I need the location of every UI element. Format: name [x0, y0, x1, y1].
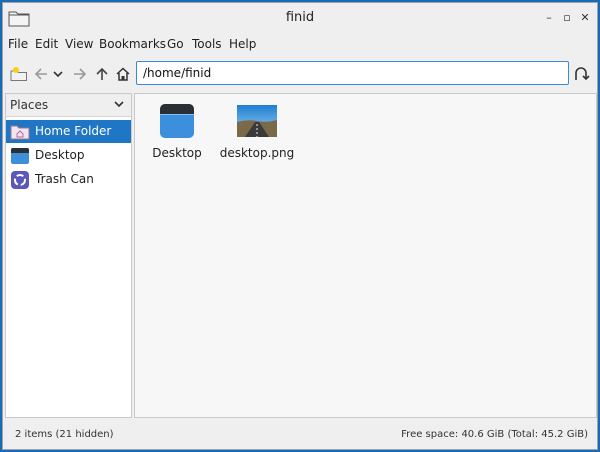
desktop-icon: [11, 148, 29, 164]
free-space-status: Free space: 40.6 GiB (Total: 45.2 GiB): [401, 429, 588, 440]
menu-go[interactable]: Go: [167, 37, 184, 51]
path-input[interactable]: [136, 61, 569, 85]
file-manager-window: finid – ▫ ✕ File Edit View Bookmarks Go …: [2, 2, 598, 450]
status-bar: 2 items (21 hidden) Free space: 40.6 GiB…: [3, 421, 597, 449]
menu-file[interactable]: File: [8, 37, 28, 51]
toolbar: [3, 59, 597, 89]
image-thumbnail: [237, 105, 277, 137]
minimize-button[interactable]: –: [540, 9, 558, 27]
new-folder-icon: [10, 67, 27, 81]
file-view[interactable]: Desktop desktop.png: [134, 93, 597, 418]
menu-bookmarks[interactable]: Bookmarks: [99, 37, 166, 51]
window-title: finid: [285, 10, 315, 25]
maximize-button[interactable]: ▫: [558, 9, 576, 27]
menu-view[interactable]: View: [65, 37, 93, 51]
sidebar-item-trash-can[interactable]: Trash Can: [6, 168, 131, 191]
home-folder-icon: [10, 125, 30, 140]
item-count-status: 2 items (21 hidden): [15, 429, 114, 440]
up-icon: [96, 67, 108, 80]
home-button[interactable]: [113, 63, 133, 85]
trash-icon: [11, 171, 29, 189]
menu-bar: File Edit View Bookmarks Go Tools Help: [3, 34, 597, 56]
forward-button[interactable]: [70, 63, 90, 85]
file-item-desktop-png[interactable]: desktop.png: [217, 102, 297, 160]
back-icon: [34, 68, 47, 80]
menu-tools[interactable]: Tools: [192, 37, 222, 51]
sidebar-item-label: Desktop: [35, 148, 85, 162]
sidebar-item-label: Trash Can: [35, 172, 94, 186]
go-button[interactable]: [571, 63, 591, 85]
back-button[interactable]: [31, 63, 51, 85]
sidebar-item-label: Home Folder: [35, 124, 112, 138]
file-name: desktop.png: [219, 146, 295, 160]
places-sidebar: Places Home Folder Desktop Trash Can: [5, 93, 132, 418]
sidebar-item-desktop[interactable]: Desktop: [6, 144, 131, 167]
history-dropdown-icon: [53, 71, 63, 78]
file-item-desktop[interactable]: Desktop: [137, 102, 217, 160]
menu-edit[interactable]: Edit: [35, 37, 58, 51]
go-icon: [575, 67, 590, 81]
menu-help[interactable]: Help: [229, 37, 256, 51]
places-header-label: Places: [10, 98, 49, 112]
new-folder-button[interactable]: [9, 63, 29, 85]
home-icon: [116, 67, 130, 81]
chevron-down-icon[interactable]: [113, 97, 125, 111]
places-header[interactable]: Places: [6, 94, 131, 117]
forward-icon: [74, 68, 87, 80]
history-dropdown-button[interactable]: [51, 63, 65, 85]
sidebar-item-home-folder[interactable]: Home Folder: [6, 120, 131, 143]
close-button[interactable]: ✕: [576, 9, 594, 27]
folder-icon: [160, 104, 194, 138]
up-button[interactable]: [92, 63, 112, 85]
file-name: Desktop: [152, 146, 202, 160]
title-bar: finid – ▫ ✕: [3, 3, 597, 33]
